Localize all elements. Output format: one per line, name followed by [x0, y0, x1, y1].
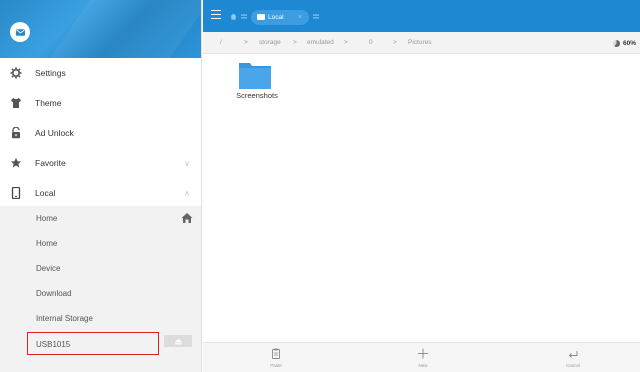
menu-icon[interactable]	[211, 10, 221, 20]
new-button[interactable]: New	[393, 343, 453, 372]
plus-icon	[418, 348, 428, 359]
gear-icon	[10, 67, 22, 79]
local-item-device[interactable]: Device	[0, 256, 201, 281]
tab-local[interactable]: Local ×	[251, 10, 309, 25]
eject-icon	[174, 337, 182, 344]
unlock-icon	[10, 127, 22, 139]
sidebar-item-favorite[interactable]: Favorite ∨	[0, 148, 201, 178]
local-item-download[interactable]: Download	[0, 281, 201, 306]
sidebar-item-label: Theme	[35, 98, 62, 108]
file-name[interactable]: Screenshots	[222, 91, 292, 100]
sidebar-item-label: Favorite	[35, 158, 66, 168]
sidebar-item-label: Ad Unlock	[35, 128, 74, 138]
mail-avatar-icon[interactable]	[10, 22, 30, 42]
eject-button[interactable]	[164, 335, 192, 347]
sidebar-item-ad-unlock[interactable]: Ad Unlock	[0, 118, 201, 148]
breadcrumb-separator: >	[244, 39, 248, 46]
local-item-home[interactable]: Home	[0, 206, 201, 231]
chevron-up-icon: ∧	[184, 188, 190, 198]
star-icon	[10, 157, 22, 169]
local-item-internal-storage[interactable]: Internal Storage	[0, 306, 201, 331]
shirt-icon	[10, 97, 22, 109]
storage-usage[interactable]: 60%	[612, 38, 636, 48]
local-item-label: Home	[36, 239, 58, 248]
breadcrumb-storage[interactable]: storage	[259, 39, 281, 46]
cancel-button[interactable]: Cancel	[543, 343, 603, 372]
top-toolbar: Local ×	[203, 0, 640, 32]
breadcrumb-emulated[interactable]: emulated	[307, 39, 334, 46]
breadcrumb-separator: >	[393, 39, 397, 46]
sidebar-item-theme[interactable]: Theme	[0, 88, 201, 118]
separator-icon	[313, 14, 319, 19]
sidebar-item-local[interactable]: Local ∧	[0, 178, 201, 208]
local-item-label: Download	[36, 289, 72, 298]
phone-icon	[10, 187, 22, 199]
new-label: New	[418, 363, 428, 368]
folder-icon[interactable]	[238, 60, 272, 90]
usb-highlight-box	[27, 332, 159, 355]
drawer-header	[0, 0, 201, 58]
paste-button[interactable]: Paste	[246, 343, 306, 372]
local-item-label: Device	[36, 264, 61, 273]
breadcrumb-0[interactable]: 0	[369, 39, 373, 46]
breadcrumb-root[interactable]: /	[220, 39, 222, 46]
paste-label: Paste	[270, 363, 282, 368]
breadcrumb-pictures[interactable]: Pictures	[408, 39, 431, 46]
sidebar-item-label: Settings	[35, 68, 66, 78]
storage-percent: 60%	[622, 39, 636, 47]
local-item-label: Home	[36, 214, 58, 223]
pie-chart-icon	[612, 39, 620, 47]
local-item-label: Internal Storage	[36, 314, 93, 323]
navigation-drawer: Settings Theme Ad Unlock Favorite ∨ Loca…	[0, 0, 202, 372]
separator-icon	[241, 14, 247, 19]
sidebar-item-label: Local	[35, 188, 56, 198]
close-icon[interactable]: ×	[298, 14, 302, 21]
bottom-action-bar: Paste New Cancel	[203, 342, 640, 372]
breadcrumb-separator: >	[293, 39, 297, 46]
tab-label: Local	[268, 14, 284, 21]
cancel-label: Cancel	[565, 363, 580, 368]
device-icon	[257, 14, 265, 20]
breadcrumb: / > storage > emulated > 0 > Pictures 60…	[203, 32, 640, 54]
chevron-down-icon: ∨	[184, 158, 190, 168]
undo-icon	[568, 351, 578, 358]
home-icon[interactable]	[181, 212, 193, 224]
breadcrumb-separator: >	[344, 39, 348, 46]
local-item-home-2[interactable]: Home	[0, 231, 201, 256]
sidebar-item-settings[interactable]: Settings	[0, 58, 201, 88]
paste-icon	[272, 348, 280, 359]
home-icon[interactable]	[230, 13, 237, 20]
